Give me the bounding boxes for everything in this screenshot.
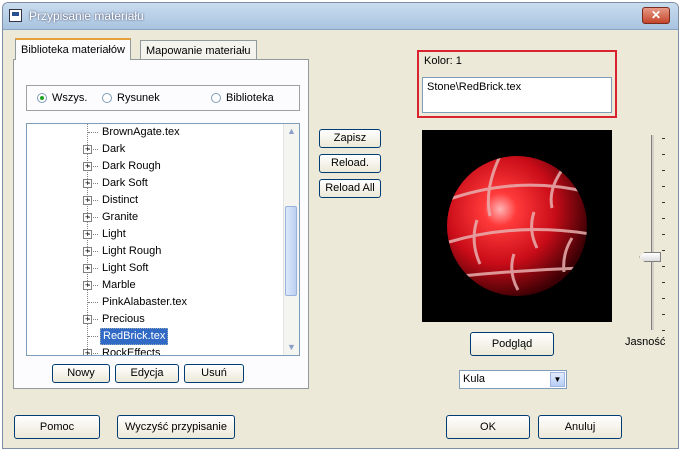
material-path-field[interactable]: Stone\RedBrick.tex xyxy=(422,77,612,113)
tree-item-granite[interactable]: + Granite xyxy=(27,209,277,226)
edit-button[interactable]: Edycja xyxy=(115,364,179,383)
tree-item-light-rough[interactable]: + Light Rough xyxy=(27,243,277,260)
radio-library[interactable]: Biblioteka xyxy=(211,92,274,104)
preview-shape-select[interactable]: Kula ▼ xyxy=(459,370,567,389)
material-info-highlight: Kolor: 1 Stone\RedBrick.tex xyxy=(417,50,617,118)
title-bar[interactable]: Przypisanie materiału ✕ xyxy=(3,3,678,30)
filter-radio-group: Wszys. Rysunek Biblioteka xyxy=(26,85,300,111)
radio-all[interactable]: Wszys. xyxy=(37,92,87,104)
window-title: Przypisanie materiału xyxy=(29,9,144,23)
radio-all-indicator xyxy=(37,93,47,103)
sphere-preview xyxy=(447,156,587,296)
cancel-button[interactable]: Anuluj xyxy=(538,415,622,439)
dialog-body: Biblioteka materiałów Mapowanie materiał… xyxy=(3,30,678,448)
brightness-slider-thumb[interactable] xyxy=(639,252,661,262)
chevron-down-icon[interactable]: ▼ xyxy=(550,372,565,387)
tree-item-dark-soft[interactable]: + Dark Soft xyxy=(27,175,277,192)
color-label: Kolor: 1 xyxy=(424,55,462,67)
reload-all-button[interactable]: Reload All xyxy=(319,179,381,198)
preview-button[interactable]: Podgląd xyxy=(470,332,554,356)
brightness-slider-track[interactable] xyxy=(651,135,654,330)
scroll-down-icon[interactable]: ▼ xyxy=(284,340,299,355)
tree-item-distinct[interactable]: + Distinct xyxy=(27,192,277,209)
brightness-label: Jasność xyxy=(625,336,666,348)
tab-page-library: Wszys. Rysunek Biblioteka BrownAgate.tex xyxy=(13,59,309,389)
tree-item-rockeffects[interactable]: + RockEffects xyxy=(27,345,277,356)
tree-item-marble[interactable]: + Marble xyxy=(27,277,277,294)
tree-item-brownagate[interactable]: BrownAgate.tex xyxy=(27,124,277,141)
tree-item-label: RedBrick.tex xyxy=(100,328,169,345)
clear-assignment-button[interactable]: Wyczyść przypisanie xyxy=(117,415,235,439)
scrollbar-thumb[interactable] xyxy=(285,206,297,296)
close-button[interactable]: ✕ xyxy=(642,7,670,24)
tree-item-label: Light xyxy=(102,228,126,240)
ok-button[interactable]: OK xyxy=(446,415,530,439)
tree-item-label: RockEffects xyxy=(102,347,161,356)
radio-library-indicator xyxy=(211,93,221,103)
tree-item-label: Granite xyxy=(102,211,139,223)
tab-material-mapping[interactable]: Mapowanie materiału xyxy=(140,40,257,60)
tree-item-label: Dark Soft xyxy=(102,177,148,189)
radio-library-label: Biblioteka xyxy=(226,92,274,104)
tree-item-label: Precious xyxy=(102,313,145,325)
tree-item-pinkalabaster[interactable]: PinkAlabaster.tex xyxy=(27,294,277,311)
delete-button[interactable]: Usuń xyxy=(184,364,244,383)
tree-item-label: Dark Rough xyxy=(102,160,161,172)
radio-drawing-label: Rysunek xyxy=(117,92,160,104)
preview-shape-value: Kula xyxy=(463,373,486,385)
tree-item-label: PinkAlabaster.tex xyxy=(102,296,187,308)
reload-button[interactable]: Reload. xyxy=(319,154,381,173)
radio-drawing-indicator xyxy=(102,93,112,103)
tab-material-library[interactable]: Biblioteka materiałów xyxy=(15,38,131,60)
material-preview xyxy=(422,130,612,322)
tree-scrollbar[interactable]: ▲ ▼ xyxy=(283,124,299,355)
material-assignment-dialog: Przypisanie materiału ✕ Biblioteka mater… xyxy=(2,2,679,449)
tree-item-redbrick[interactable]: RedBrick.tex xyxy=(27,328,277,345)
save-button[interactable]: Zapisz xyxy=(319,129,381,148)
tree-item-label: Dark xyxy=(102,143,126,155)
radio-drawing[interactable]: Rysunek xyxy=(102,92,160,104)
radio-all-label: Wszys. xyxy=(52,92,88,104)
tree-item-dark[interactable]: + Dark xyxy=(27,141,277,158)
tree-item-label: BrownAgate.tex xyxy=(102,126,180,138)
tree-item-light-soft[interactable]: + Light Soft xyxy=(27,260,277,277)
scroll-up-icon[interactable]: ▲ xyxy=(284,124,299,139)
tree-item-light[interactable]: + Light xyxy=(27,226,277,243)
help-button[interactable]: Pomoc xyxy=(14,415,100,439)
tree-item-label: Marble xyxy=(102,279,136,291)
tree-item-label: Distinct xyxy=(102,194,139,206)
tree-item-precious[interactable]: + Precious xyxy=(27,311,277,328)
material-tree[interactable]: BrownAgate.tex + Dark + Dark Rough + Dar… xyxy=(26,123,300,356)
tree-item-dark-rough[interactable]: + Dark Rough xyxy=(27,158,277,175)
new-button[interactable]: Nowy xyxy=(52,364,110,383)
app-icon xyxy=(9,9,22,22)
tree-item-label: Light Rough xyxy=(102,245,162,257)
tree-item-label: Light Soft xyxy=(102,262,149,274)
